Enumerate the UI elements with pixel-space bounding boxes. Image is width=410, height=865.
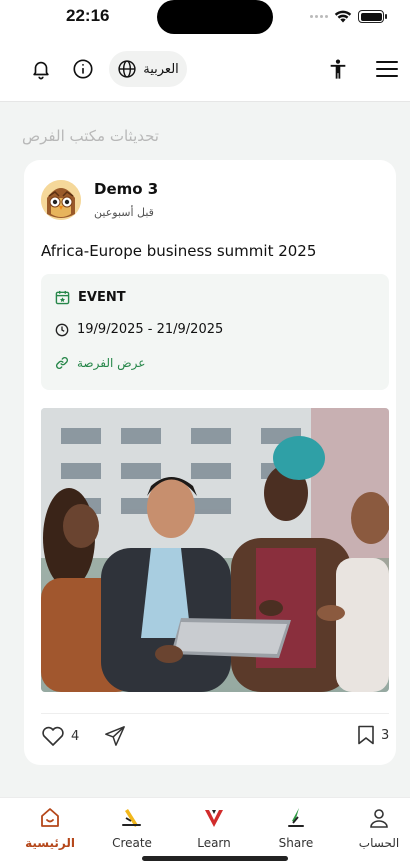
feed-content: تحديثات مكتب الفرص Demo 3 قبل أسبوعين Af… (10, 103, 410, 795)
card-divider (41, 713, 389, 714)
view-opportunity-link[interactable]: عرض الفرصة (55, 356, 145, 370)
top-app-bar: العربية (0, 36, 410, 102)
nav-learn-label: Learn (197, 836, 231, 850)
business-people-photo (41, 408, 389, 692)
like-count: 4 (71, 728, 80, 744)
author-name[interactable]: Demo 3 (94, 180, 158, 198)
bottom-navigation: الرئيسية Create Learn Share الحساب (0, 797, 410, 865)
home-indicator (142, 856, 288, 861)
nav-create[interactable]: Create (97, 806, 167, 850)
status-bar: 22:16 (0, 0, 410, 36)
event-type-label: EVENT (78, 290, 126, 305)
menu-icon[interactable] (374, 56, 400, 82)
globe-icon (118, 60, 136, 78)
accessibility-icon[interactable] (325, 56, 351, 82)
view-opportunity-label: عرض الفرصة (77, 356, 146, 370)
info-icon[interactable] (70, 56, 96, 82)
event-date-row: 19/9/2025 - 21/9/2025 (55, 322, 223, 337)
status-indicators (310, 10, 387, 23)
event-date-range: 19/9/2025 - 21/9/2025 (77, 322, 224, 337)
heart-icon (42, 726, 64, 746)
avatar[interactable] (41, 180, 81, 220)
home-icon (41, 808, 59, 827)
section-title: تحديثات مكتب الفرص (22, 127, 159, 145)
send-icon (105, 726, 125, 746)
calendar-star-icon (55, 290, 70, 305)
nav-learn[interactable]: Learn (179, 806, 249, 850)
nav-create-label: Create (112, 836, 152, 850)
post-title: Africa-Europe business summit 2025 (41, 242, 317, 260)
wifi-icon (334, 10, 352, 23)
status-time: 22:16 (66, 6, 110, 25)
language-label: العربية (143, 61, 179, 77)
language-selector[interactable]: العربية (109, 51, 187, 87)
clock-icon (55, 323, 69, 336)
nav-share-label: Share (278, 836, 314, 850)
share-button[interactable] (104, 725, 126, 747)
battery-icon (358, 10, 387, 23)
bell-icon[interactable] (28, 56, 54, 82)
signal-icon (310, 15, 328, 18)
nav-home-label: الرئيسية (25, 836, 75, 850)
bookmark-count: 3 (381, 727, 390, 743)
like-button[interactable]: 4 (41, 725, 79, 747)
link-icon (56, 357, 68, 369)
nav-home[interactable]: الرئيسية (15, 806, 85, 850)
nav-account-label: الحساب (358, 836, 400, 850)
learn-icon (205, 810, 223, 827)
dynamic-island (157, 0, 273, 34)
account-icon (370, 809, 388, 828)
bookmark-button[interactable]: 3 (357, 725, 389, 745)
event-type-row: EVENT (55, 290, 126, 305)
share-icon (288, 808, 304, 827)
post-card[interactable]: Demo 3 قبل أسبوعين Africa-Europe busines… (24, 160, 396, 765)
bookmark-icon (358, 725, 374, 745)
nav-account[interactable]: الحساب (344, 806, 410, 850)
post-time: قبل أسبوعين (94, 206, 154, 219)
post-image[interactable] (41, 408, 389, 692)
nav-share[interactable]: Share (261, 806, 331, 850)
event-details: EVENT 19/9/2025 - 21/9/2025 عرض الفرصة (41, 274, 389, 390)
create-icon (122, 809, 141, 827)
owl-avatar-icon (41, 180, 81, 220)
